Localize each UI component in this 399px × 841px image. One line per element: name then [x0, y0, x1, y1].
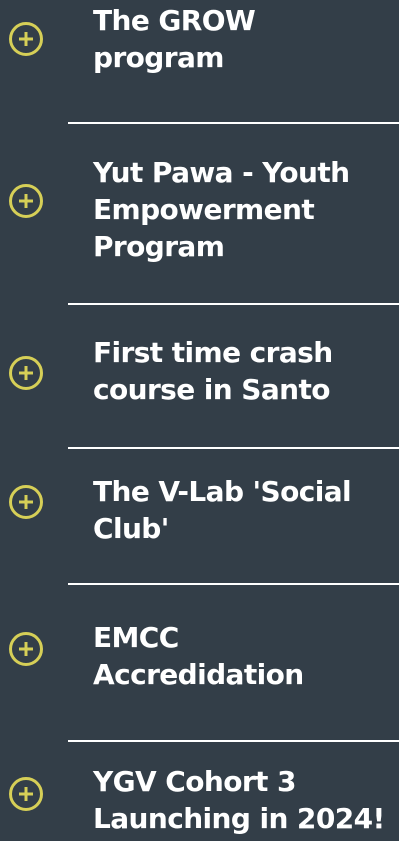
accordion-item-title[interactable]: The V-Lab 'Social Club' — [93, 473, 393, 547]
divider — [68, 303, 399, 305]
accordion: The GROW program Yut Pawa - Youth Empowe… — [0, 0, 399, 841]
divider — [68, 583, 399, 585]
divider — [68, 122, 399, 124]
expand-plus-icon[interactable] — [9, 184, 43, 218]
accordion-item-title[interactable]: YGV Cohort 3 Launching in 2024! — [93, 763, 393, 837]
expand-plus-icon[interactable] — [9, 777, 43, 811]
plus-icon — [19, 32, 33, 46]
divider — [68, 447, 399, 449]
plus-icon — [19, 366, 33, 380]
plus-icon — [19, 194, 33, 208]
expand-plus-icon[interactable] — [9, 22, 43, 56]
divider — [68, 740, 399, 742]
expand-plus-icon[interactable] — [9, 485, 43, 519]
plus-icon — [19, 787, 33, 801]
plus-icon — [19, 495, 33, 509]
expand-plus-icon[interactable] — [9, 632, 43, 666]
accordion-item-title[interactable]: Yut Pawa - Youth Empowerment Program — [93, 154, 393, 265]
accordion-item-title[interactable]: First time crash course in Santo — [93, 334, 393, 408]
accordion-item-title[interactable]: The GROW program — [93, 2, 393, 76]
plus-icon — [19, 642, 33, 656]
accordion-item-title[interactable]: EMCC Accredidation — [93, 619, 393, 693]
expand-plus-icon[interactable] — [9, 356, 43, 390]
